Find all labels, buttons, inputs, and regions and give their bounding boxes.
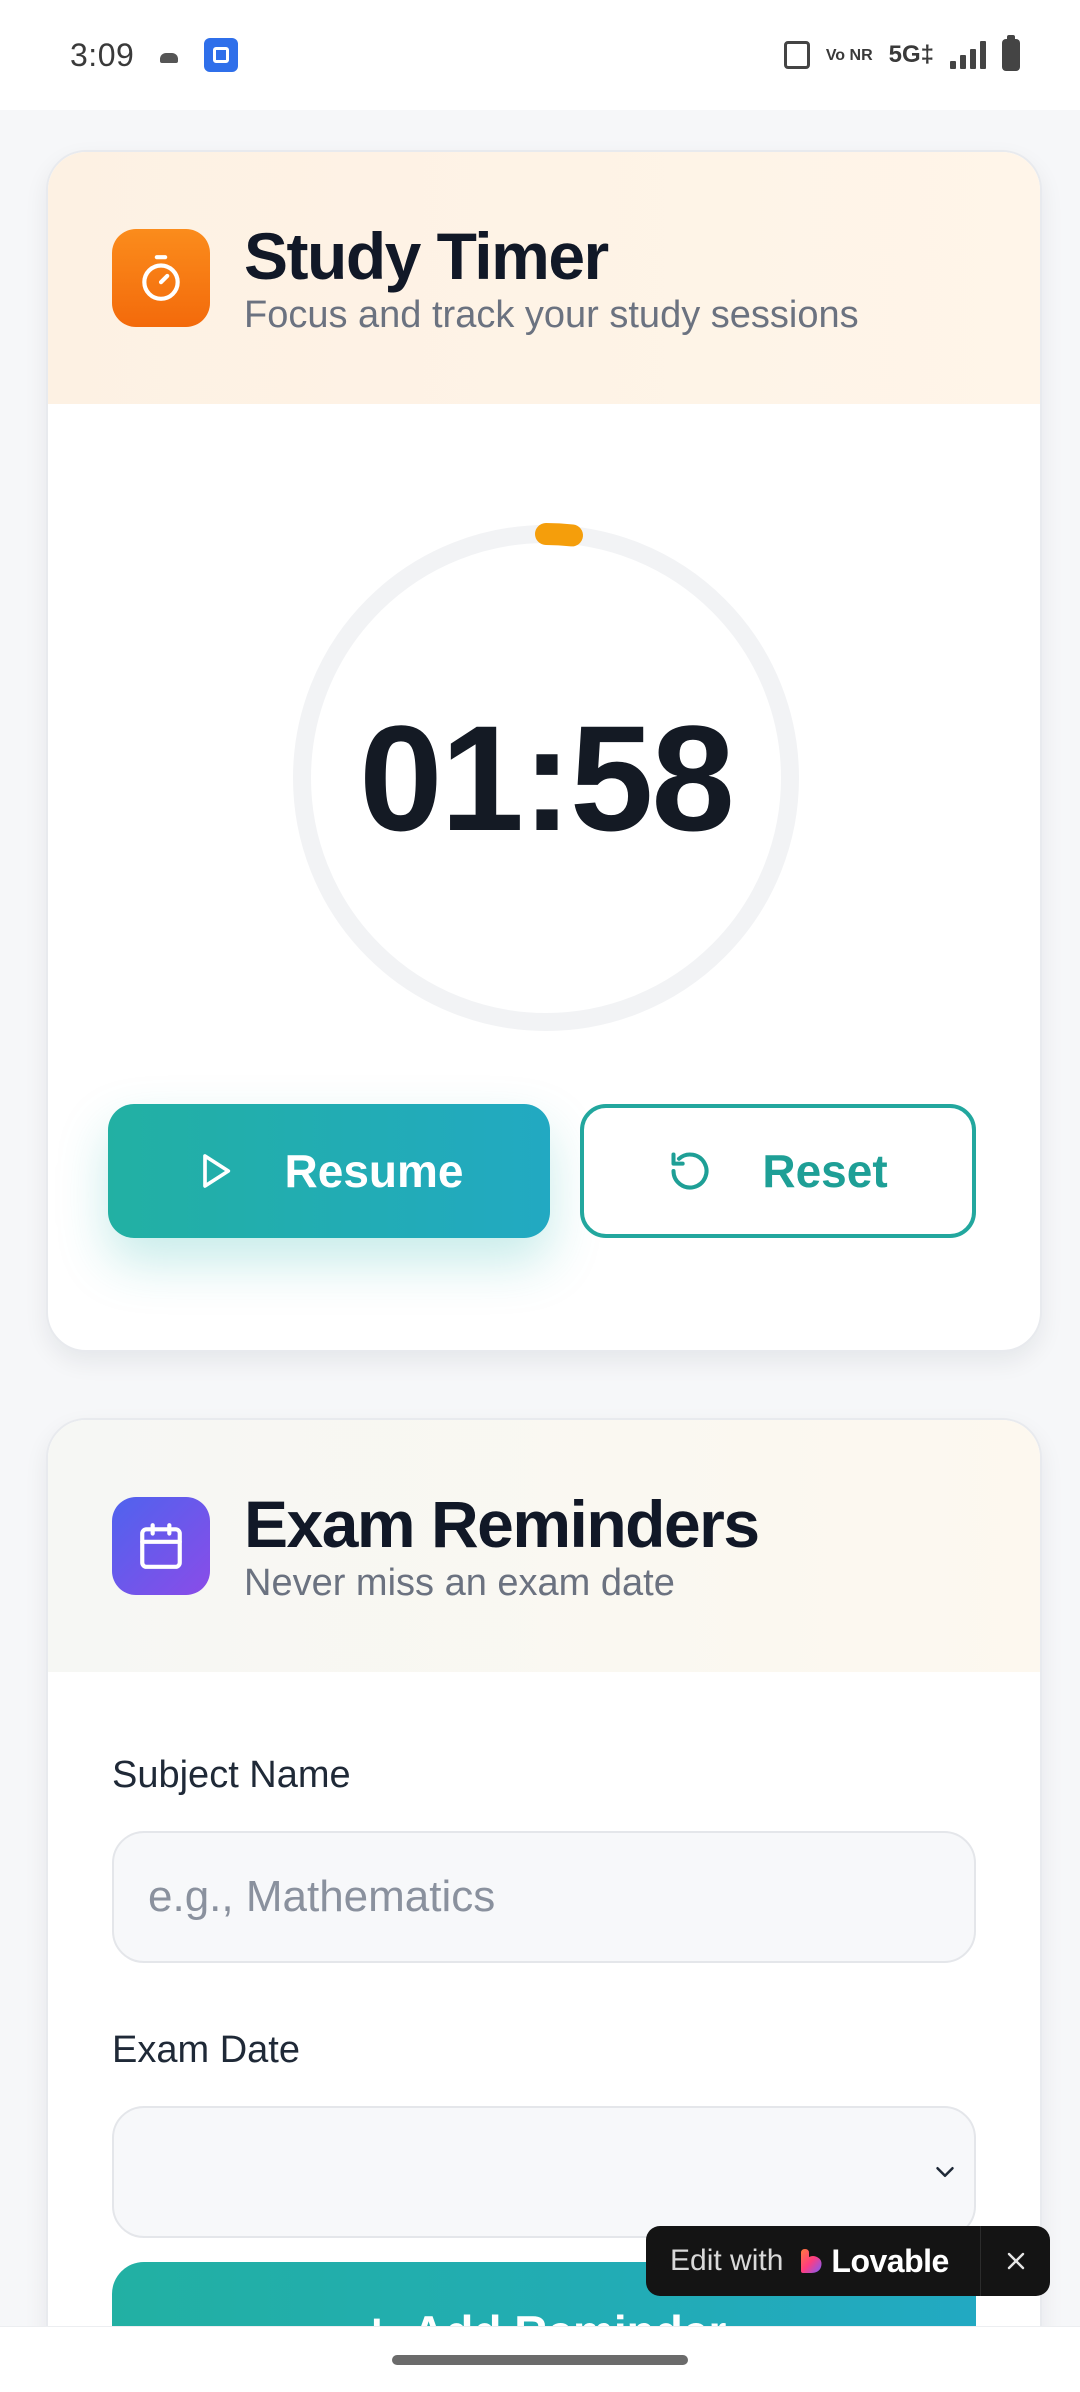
timer-body: 01:58 Resume Reset — [48, 404, 1040, 1350]
reset-label: Reset — [762, 1145, 888, 1197]
play-icon — [202, 1154, 230, 1188]
resume-label: Resume — [284, 1145, 464, 1197]
exam-card-header: Exam Reminders Never miss an exam date — [48, 1420, 1040, 1672]
subject-placeholder: e.g., Mathematics — [148, 1872, 496, 1921]
lovable-logo-icon — [801, 2249, 822, 2273]
timer-title: Study Timer — [244, 219, 609, 293]
lovable-brand: Lovable — [831, 2242, 949, 2279]
close-icon[interactable] — [980, 2226, 1050, 2296]
timer-header-text: Study Timer Focus and track your study s… — [244, 219, 859, 337]
battery-icon — [1002, 35, 1020, 71]
exam-date-label: Exam Date — [112, 2029, 300, 2071]
subject-name-label: Subject Name — [112, 1754, 351, 1796]
reset-button[interactable]: Reset — [580, 1104, 976, 1238]
app-notification-icon — [204, 38, 239, 72]
chevron-down-icon — [936, 2167, 954, 2177]
status-time: 3:09 — [70, 36, 135, 73]
vibrate-icon — [783, 41, 810, 69]
lovable-badge[interactable]: Edit with Lovable — [646, 2226, 1050, 2296]
timer-card-header: Study Timer Focus and track your study s… — [48, 152, 1040, 404]
timer-display: 01:58 — [359, 693, 735, 862]
resume-button[interactable]: Resume — [108, 1104, 550, 1238]
exam-subtitle: Never miss an exam date — [244, 1562, 675, 1604]
stopwatch-icon — [112, 229, 210, 327]
calendar-icon — [112, 1497, 210, 1595]
timer-subtitle: Focus and track your study sessions — [244, 294, 859, 336]
home-gesture-handle[interactable] — [392, 2355, 688, 2365]
vonr-label: Vo NR — [825, 46, 873, 64]
network-type-label: 5G‡ — [888, 41, 934, 68]
subject-name-input[interactable]: e.g., Mathematics — [112, 1831, 976, 1963]
signal-icon — [950, 41, 986, 69]
status-right: Vo NR 5G‡ — [783, 35, 1020, 71]
study-timer-card: Study Timer Focus and track your study s… — [46, 150, 1042, 1352]
status-left: 3:09 — [70, 36, 239, 74]
exam-title: Exam Reminders — [244, 1487, 760, 1561]
lovable-prefix: Edit with — [670, 2244, 784, 2277]
weather-icon — [160, 53, 179, 63]
reset-icon — [671, 1152, 709, 1190]
exam-header-text: Exam Reminders Never miss an exam date — [244, 1487, 760, 1605]
exam-date-field[interactable] — [112, 2106, 976, 2238]
status-bar: 3:09 Vo NR 5G‡ — [0, 0, 1080, 110]
